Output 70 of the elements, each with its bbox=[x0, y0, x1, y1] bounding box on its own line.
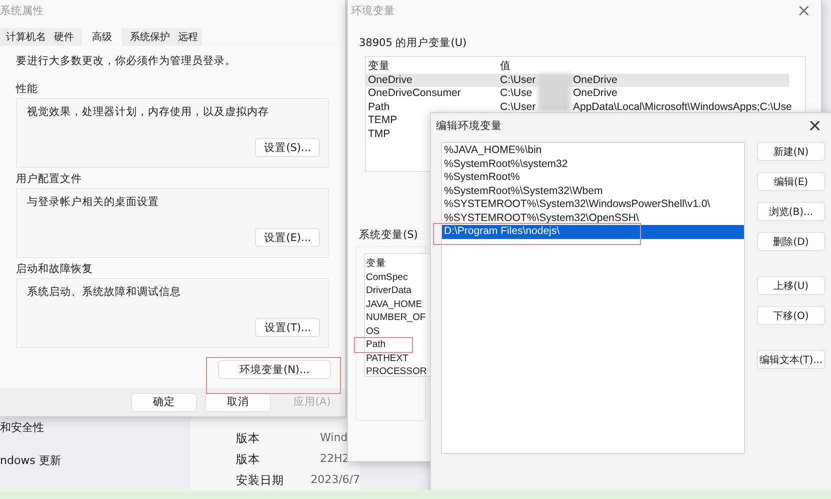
group-description: 视觉效果，处理器计划，内存使用，以及虚拟内存 bbox=[27, 105, 270, 119]
variable-name: NUMBER_OF bbox=[366, 311, 426, 324]
path-entry[interactable]: %JAVA_HOME%\bin bbox=[442, 144, 744, 158]
window-title: 环境变量 bbox=[351, 4, 395, 18]
variable-value: OneDrive bbox=[573, 87, 618, 100]
dialog-button[interactable]: 上移(U) bbox=[757, 276, 825, 295]
path-entry[interactable]: %SystemRoot%\System32\Wbem bbox=[442, 184, 744, 198]
variable-row[interactable]: Path C:\User AppData\Local\Microsoft\WindowsApps;C:\Use bbox=[366, 100, 805, 114]
dialog-button[interactable]: 浏览(B)... bbox=[757, 202, 825, 221]
settings-button[interactable]: 设置(S)... bbox=[255, 138, 320, 157]
variable-name: Path bbox=[366, 338, 386, 352]
tab[interactable]: 硬件 bbox=[50, 28, 78, 46]
variable-name: DriverData bbox=[366, 284, 412, 298]
variable-value: AppData\Local\Microsoft\WindowsApps;C:\Use bbox=[573, 100, 792, 114]
column-header: 变量 bbox=[368, 60, 390, 72]
detail-label: 版本 bbox=[236, 452, 261, 467]
variable-name: OneDriveConsumer bbox=[368, 87, 461, 99]
group-description: 与登录帐户相关的桌面设置 bbox=[27, 195, 160, 209]
group-title: 用户配置文件 bbox=[16, 172, 83, 186]
variable-value: C:\User bbox=[500, 100, 537, 114]
group-description: 系统启动、系统故障和调试信息 bbox=[27, 285, 182, 299]
variable-name: PROCESSOR bbox=[366, 365, 427, 378]
column-header: 变量 bbox=[366, 257, 387, 270]
path-entry[interactable]: %SYSTEMROOT%\System32\WindowsPowerShell\v1.0\ bbox=[442, 198, 744, 212]
admin-note: 要进行大多数更改，你必须作为管理员登录。 bbox=[16, 54, 237, 68]
path-entry[interactable]: D:\Program Files\nodejs\ bbox=[442, 225, 744, 238]
variable-value: OneDrive bbox=[573, 74, 618, 87]
variable-value: C:\Use bbox=[500, 87, 534, 100]
environment-variables-button[interactable]: 环境变量(N)... bbox=[218, 360, 331, 379]
nav-item[interactable]: 和安全性 bbox=[0, 420, 190, 435]
tab[interactable]: 系统保护 bbox=[126, 28, 174, 46]
tab[interactable]: 高级 bbox=[82, 28, 122, 46]
nav-item[interactable]: ndows 更新 bbox=[0, 453, 190, 468]
group-title: 启动和故障恢复 bbox=[16, 262, 94, 276]
dialog-title: 编辑环境变量 bbox=[436, 118, 502, 132]
variable-name: ComSpec bbox=[366, 270, 408, 284]
detail-value: 2023/6/7 bbox=[310, 473, 360, 488]
variable-name: TMP bbox=[368, 128, 390, 140]
settings-button[interactable]: 设置(E)... bbox=[255, 228, 320, 247]
variable-row[interactable]: OneDrive C:\User OneDrive bbox=[366, 74, 789, 87]
path-entry[interactable]: %SystemRoot%\system32 bbox=[442, 158, 744, 171]
column-header: 值 bbox=[500, 60, 511, 72]
dialog-button[interactable]: 删除(D) bbox=[757, 232, 825, 251]
variable-name: PATHEXT bbox=[366, 352, 408, 365]
section-title: 38905 的用户变量(U) bbox=[359, 36, 467, 50]
group-title: 性能 bbox=[16, 82, 39, 96]
close-button[interactable]: × bbox=[804, 116, 826, 134]
detail-value: Wind bbox=[320, 431, 348, 446]
detail-label: 安装日期 bbox=[236, 473, 285, 488]
dialog-button[interactable]: 下移(O) bbox=[757, 306, 825, 325]
tab[interactable]: 远程 bbox=[174, 28, 202, 46]
path-entry[interactable]: %SystemRoot% bbox=[442, 171, 744, 184]
path-entry[interactable]: %SYSTEMROOT%\System32\OpenSSH\ bbox=[442, 212, 744, 225]
variable-name: Path bbox=[368, 100, 390, 112]
dialog-button[interactable]: 编辑文本(T)... bbox=[757, 350, 825, 369]
window-title: 系统属性 bbox=[0, 4, 44, 18]
settings-button[interactable]: 设置(T)... bbox=[255, 318, 320, 337]
variable-name: JAVA_HOME bbox=[366, 298, 422, 311]
dialog-button[interactable]: 编辑(E) bbox=[757, 172, 825, 191]
tab[interactable]: 计算机名 bbox=[2, 28, 50, 46]
detail-label: 版本 bbox=[236, 431, 261, 446]
variable-value: C:\User bbox=[500, 74, 537, 87]
close-button[interactable]: × bbox=[792, 2, 815, 20]
dialog-button[interactable]: 取消 bbox=[205, 392, 271, 412]
variable-row[interactable]: OneDriveConsumer C:\Use OneDrive bbox=[366, 87, 805, 100]
variable-name: OneDrive bbox=[368, 74, 412, 86]
section-title: 系统变量(S) bbox=[359, 228, 418, 242]
dialog-button[interactable]: 确定 bbox=[131, 392, 197, 412]
variable-name: OS bbox=[366, 324, 380, 338]
dialog-button[interactable]: 新建(N) bbox=[757, 142, 825, 161]
